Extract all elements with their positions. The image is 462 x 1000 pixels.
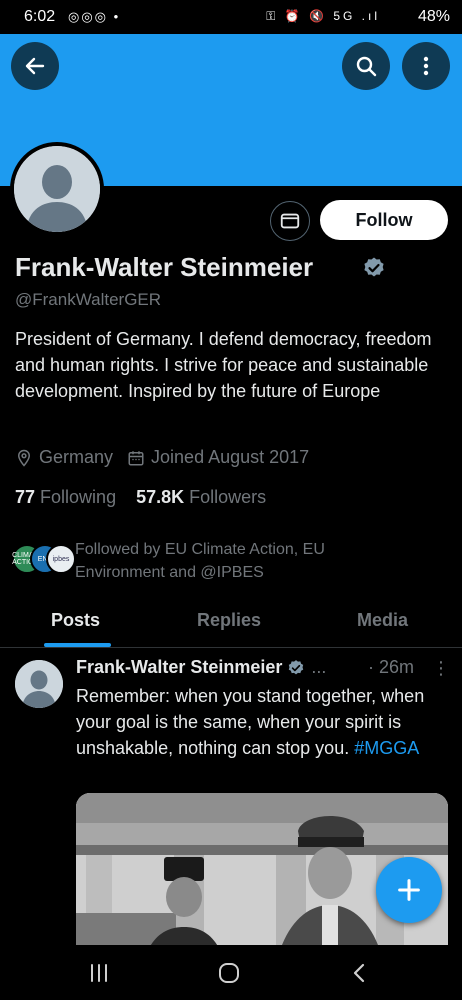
followed-by-row[interactable]: CLIMATE ACTION ENV ipbes Followed by EU …: [12, 538, 375, 584]
following-count: 77: [15, 487, 36, 507]
following-label: Following: [40, 487, 117, 507]
profile-name: Frank-Walter Steinmeier: [15, 252, 314, 282]
more-vertical-icon: [423, 56, 429, 76]
profile-meta: Germany Joined August 2017: [15, 447, 323, 468]
back-button[interactable]: [11, 42, 59, 90]
post-header: Frank-Walter Steinmeier ...: [76, 657, 326, 678]
post-timestamp[interactable]: · 26m: [368, 657, 414, 678]
location-text: Germany: [39, 447, 114, 467]
recent-apps-icon: [91, 964, 107, 982]
followers-label: Followers: [189, 487, 267, 507]
location-pin-icon: [17, 449, 31, 467]
search-icon: [356, 56, 377, 77]
profile-stats: 77 Following 57.8K Followers: [15, 487, 286, 508]
message-button[interactable]: [270, 201, 310, 241]
followed-by-avatars: CLIMATE ACTION ENV ipbes: [12, 542, 76, 578]
calendar-icon: [128, 450, 144, 465]
follow-button[interactable]: Follow: [320, 200, 448, 240]
followers-count: 57.8K: [136, 487, 185, 507]
more-options-button[interactable]: [402, 42, 450, 90]
envelope-icon: [280, 213, 300, 229]
home-button[interactable]: [209, 959, 249, 987]
system-navigation-bar: [0, 945, 462, 1000]
recent-apps-button[interactable]: [79, 959, 119, 987]
search-button[interactable]: [342, 42, 390, 90]
default-avatar-icon: [15, 660, 63, 708]
post-avatar[interactable]: [15, 660, 63, 708]
plus-icon: [398, 879, 420, 901]
post-author-truncation: ...: [311, 657, 327, 677]
tab-replies[interactable]: Replies: [197, 610, 261, 631]
verified-badge-icon: [364, 257, 384, 277]
battery-level: 48%: [417, 8, 450, 25]
post-text: Remember: when you stand together, when …: [76, 683, 446, 761]
compose-button[interactable]: [376, 857, 442, 923]
followed-by-text: Followed by EU Climate Action, EU Enviro…: [75, 541, 325, 581]
following-link[interactable]: 77 Following: [15, 487, 116, 508]
location-item: Germany: [15, 447, 113, 468]
status-time: 6:02: [24, 8, 56, 25]
profile-avatar[interactable]: [10, 142, 104, 236]
default-avatar-icon: [14, 146, 100, 232]
joined-text: Joined August 2017: [151, 447, 310, 467]
notification-icons: ◎◎◎ •: [68, 9, 121, 24]
post-more-button[interactable]: ⋮: [432, 658, 450, 679]
system-status-icons: ⚿ ⏰ 🔇 5G .ıl: [266, 9, 380, 23]
back-chevron-icon: [353, 963, 365, 983]
follower-avatar-ipbes: ipbes: [46, 544, 76, 574]
verified-badge-icon: [289, 659, 304, 674]
post-hashtag[interactable]: #MGGA: [354, 738, 419, 758]
profile-handle: @FrankWalterGER: [15, 290, 162, 309]
active-tab-indicator: [44, 643, 111, 647]
profile-bio: President of Germany. I defend democracy…: [15, 329, 432, 401]
tab-posts[interactable]: Posts: [51, 610, 100, 631]
status-bar: 6:02 ◎◎◎ • ⚿ ⏰ 🔇 5G .ıl 48%: [0, 0, 462, 34]
post-author[interactable]: Frank-Walter Steinmeier: [76, 657, 282, 678]
home-icon: [219, 963, 239, 983]
tab-media[interactable]: Media: [357, 610, 408, 631]
profile-tabs: Posts Replies Media: [0, 596, 462, 648]
back-nav-button[interactable]: [339, 959, 379, 987]
followers-link[interactable]: 57.8K Followers: [136, 487, 266, 508]
arrow-left-icon: [25, 57, 45, 75]
joined-item: Joined August 2017: [127, 447, 309, 468]
